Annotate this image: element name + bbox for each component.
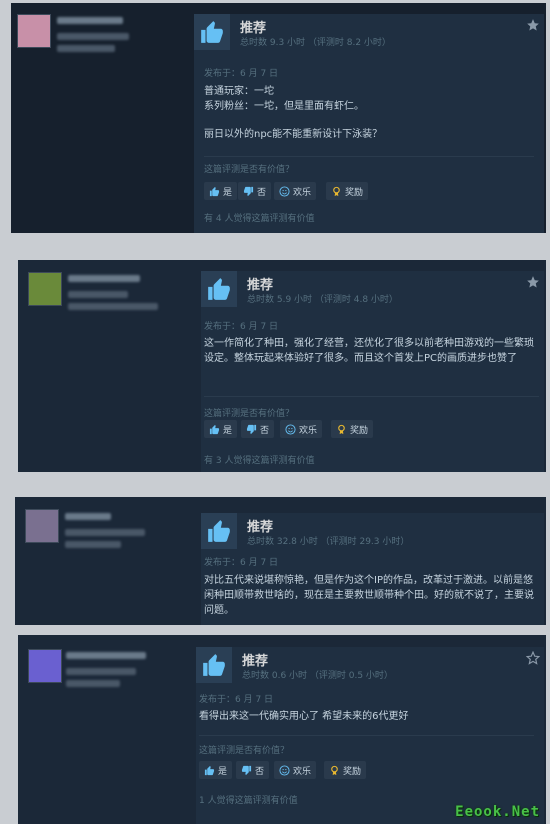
thumbs-up-badge <box>196 647 232 683</box>
reviewer-games-owned <box>65 529 145 536</box>
reviewer-review-count <box>65 541 121 548</box>
avatar[interactable] <box>28 272 62 306</box>
posted-date: 发布于：6 月 7 日 <box>204 69 279 79</box>
award-button[interactable]: 奖励 <box>324 761 367 779</box>
thumbs-up-badge <box>194 14 230 50</box>
recommend-label: 推荐 <box>242 654 269 669</box>
vote-no-button[interactable]: 否 <box>236 761 270 779</box>
avatar[interactable] <box>17 14 51 48</box>
thumbs-down-icon <box>243 186 254 196</box>
award-icon <box>331 765 338 775</box>
posted-date: 发布于：6 月 7 日 <box>204 322 279 332</box>
helpful-question: 这篇评测是否有价值？ <box>204 409 295 419</box>
vote-yes-button[interactable]: 是 <box>204 420 238 438</box>
reviewer-review-count <box>57 45 115 52</box>
vote-no-label: 否 <box>257 187 267 198</box>
award-label: 奖励 <box>343 766 362 777</box>
award-button[interactable]: 奖励 <box>326 182 369 200</box>
thumbs-up-badge <box>201 271 237 307</box>
playtime-hours: 总时数 32.8 小时 （评测时 29.3 小时） <box>247 537 410 547</box>
thumbs-down-icon <box>241 765 252 775</box>
vote-funny-button[interactable]: 欢乐 <box>274 182 317 200</box>
review-text-line: 丽日以外的npc能不能重新设计下泳装？ <box>204 129 383 140</box>
posted-date: 发布于：6 月 7 日 <box>204 558 279 568</box>
review-text-line: 普通玩家：一坨 <box>204 86 274 97</box>
smiley-icon <box>279 185 290 197</box>
vote-yes-button[interactable]: 是 <box>204 182 238 200</box>
helpful-question: 这篇评测是否有价值？ <box>204 165 295 175</box>
recommend-label: 推荐 <box>240 21 267 36</box>
vote-yes-label: 是 <box>223 425 233 436</box>
thumbs-up-icon <box>208 520 230 542</box>
star-outline-icon[interactable] <box>526 651 540 665</box>
divider <box>199 735 534 736</box>
playtime-hours: 总时数 0.6 小时 （评测时 0.5 小时） <box>242 671 393 681</box>
review-panel-4: 推荐 总时数 0.6 小时 （评测时 0.5 小时） 发布于：6 月 7 日 看… <box>18 635 546 824</box>
thumbs-up-icon <box>209 424 220 434</box>
thumbs-down-icon <box>246 424 257 434</box>
smiley-icon <box>279 764 290 776</box>
review-text: 对比五代来说堪称惊艳，但是作为这个IP的作品，改革过于激进。以前是悠闲种田顺带救… <box>204 575 534 616</box>
thumbs-up-badge <box>201 513 237 549</box>
divider <box>204 396 539 397</box>
playtime-hours: 总时数 9.3 小时 （评测时 8.2 小时） <box>240 38 391 48</box>
vote-yes-button[interactable]: 是 <box>199 761 233 779</box>
review-body: 推荐 总时数 9.3 小时 （评测时 8.2 小时） 发布于：6 月 7 日 普… <box>194 14 544 233</box>
award-icon <box>333 186 340 196</box>
award-button[interactable]: 奖励 <box>331 420 374 438</box>
vote-funny-button[interactable]: 欢乐 <box>280 420 323 438</box>
thumbs-up-icon <box>203 654 225 676</box>
helpful-count: 有 4 人觉得这篇评测有价值 <box>204 214 315 224</box>
thumbs-up-icon <box>209 186 220 196</box>
smiley-icon <box>285 423 296 435</box>
reviewer-name[interactable] <box>57 17 123 24</box>
vote-no-button[interactable]: 否 <box>238 182 272 200</box>
review-panel-3: 推荐 总时数 32.8 小时 （评测时 29.3 小时） 发布于：6 月 7 日… <box>15 497 546 625</box>
reviewer-games-owned <box>68 291 128 298</box>
review-body: 推荐 总时数 32.8 小时 （评测时 29.3 小时） 发布于：6 月 7 日… <box>201 513 544 625</box>
review-panel-2: 推荐 总时数 5.9 小时 （评测时 4.8 小时） 发布于：6 月 7 日 这… <box>18 260 546 472</box>
review-panel-1: 推荐 总时数 9.3 小时 （评测时 8.2 小时） 发布于：6 月 7 日 普… <box>11 3 546 233</box>
review-body: 推荐 总时数 0.6 小时 （评测时 0.5 小时） 发布于：6 月 7 日 看… <box>196 647 544 824</box>
posted-date: 发布于：6 月 7 日 <box>199 695 274 705</box>
reviewer-games-owned <box>57 33 129 40</box>
star-icon[interactable] <box>526 18 540 32</box>
award-icon <box>338 424 345 434</box>
vote-no-label: 否 <box>260 425 270 436</box>
review-body: 推荐 总时数 5.9 小时 （评测时 4.8 小时） 发布于：6 月 7 日 这… <box>201 271 544 472</box>
thumbs-up-icon <box>208 278 230 300</box>
recommend-label: 推荐 <box>247 520 274 535</box>
site-watermark: Eeook.Net <box>455 804 540 820</box>
playtime-hours: 总时数 5.9 小时 （评测时 4.8 小时） <box>247 295 398 305</box>
vote-no-button[interactable]: 否 <box>241 420 275 438</box>
thumbs-up-icon <box>201 21 223 43</box>
award-label: 奖励 <box>350 425 369 436</box>
vote-yes-label: 是 <box>223 187 233 198</box>
vote-funny-label: 欢乐 <box>293 187 312 198</box>
reviewer-name[interactable] <box>66 652 146 659</box>
vote-funny-label: 欢乐 <box>293 766 312 777</box>
review-text: 看得出来这一代确实用心了 希望未来的6代更好 <box>199 711 409 722</box>
vote-funny-label: 欢乐 <box>299 425 318 436</box>
vote-funny-button[interactable]: 欢乐 <box>274 761 317 779</box>
reviewer-review-count <box>66 680 120 687</box>
star-icon[interactable] <box>526 275 540 289</box>
thumbs-up-icon <box>204 765 215 775</box>
reviewer-name[interactable] <box>65 513 111 520</box>
recommend-label: 推荐 <box>247 278 274 293</box>
reviewer-name[interactable] <box>68 275 140 282</box>
review-text-line: 系列粉丝：一坨，但是里面有虾仁。 <box>204 101 364 112</box>
review-text: 这一作简化了种田，强化了经营，还优化了很多以前老种田游戏的一些繁琐设定。整体玩起… <box>204 338 534 364</box>
vote-yes-label: 是 <box>218 766 228 777</box>
helpful-question: 这篇评测是否有价值？ <box>199 746 290 756</box>
helpful-count: 1 人觉得这篇评测有价值 <box>199 796 298 806</box>
award-label: 奖励 <box>345 187 364 198</box>
avatar[interactable] <box>25 509 59 543</box>
avatar[interactable] <box>28 649 62 683</box>
divider <box>204 156 534 157</box>
vote-no-label: 否 <box>255 766 265 777</box>
reviewer-review-count <box>68 303 158 310</box>
helpful-count: 有 3 人觉得这篇评测有价值 <box>204 456 315 466</box>
reviewer-games-owned <box>66 668 136 675</box>
